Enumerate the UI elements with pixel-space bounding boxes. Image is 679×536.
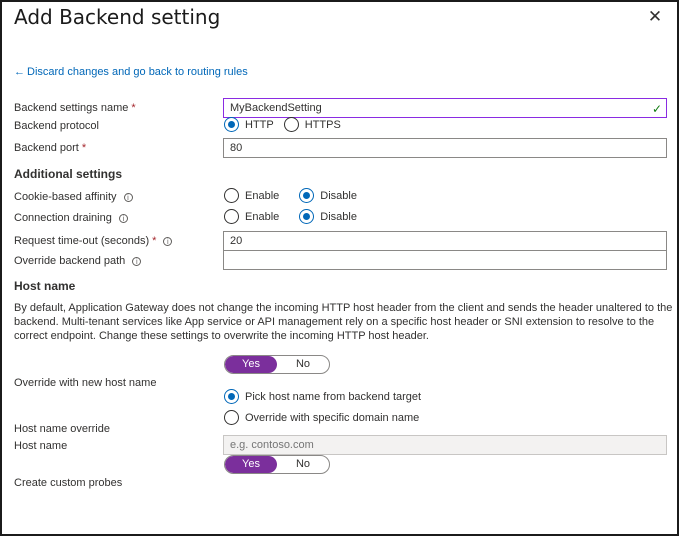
pick-host-radio[interactable]: Pick host name from backend target (224, 389, 421, 404)
info-icon[interactable]: i (123, 193, 133, 202)
override-path-label-text: Override backend path (14, 255, 126, 267)
checkmark-icon: ✓ (651, 102, 662, 116)
port-label-text: Backend port (14, 142, 79, 154)
pick-host-label: Pick host name from backend target (245, 390, 422, 403)
http-label: HTTP (245, 118, 274, 131)
back-link-text: Discard changes and go back to routing r… (27, 66, 248, 78)
radio-selected-icon (224, 389, 239, 404)
close-icon[interactable]: ✕ (646, 8, 664, 26)
toggle-yes[interactable]: Yes (225, 456, 277, 473)
name-label-text: Backend settings name (14, 102, 129, 114)
draining-radio-group: Enable Disable (224, 209, 367, 224)
arrow-left-icon: ← (14, 66, 25, 78)
custom-probes-toggle[interactable]: Yes No (224, 455, 330, 474)
required-asterisk: * (81, 142, 87, 154)
backend-port-input[interactable]: 80 (223, 138, 667, 158)
host-name-label: Host name (14, 440, 68, 452)
cookie-radio-group: Enable Disable (224, 188, 367, 203)
cookie-label-text: Cookie-based affinity (14, 191, 117, 203)
radio-selected-icon (224, 117, 239, 132)
timeout-label-text: Request time-out (seconds) (14, 235, 150, 247)
radio-unselected-icon (224, 188, 239, 203)
required-asterisk: * (152, 235, 157, 247)
override-host-label: Override with new host name (14, 377, 157, 389)
connection-draining-label: Connection draining i (14, 212, 128, 224)
disable-label: Disable (320, 210, 357, 223)
override-host-toggle[interactable]: Yes No (224, 355, 330, 374)
draining-enable-radio[interactable]: Enable (224, 209, 279, 224)
port-value: 80 (230, 142, 243, 154)
protocol-label: Backend protocol (14, 120, 99, 132)
cookie-disable-radio[interactable]: Disable (299, 188, 357, 203)
name-label: Backend settings name * (14, 102, 136, 114)
toggle-no[interactable]: No (277, 456, 329, 473)
enable-label: Enable (245, 189, 280, 202)
radio-unselected-icon (283, 117, 299, 132)
host-name-heading: Host name (14, 279, 76, 293)
host-name-input[interactable] (223, 435, 667, 455)
request-timeout-input[interactable]: 20 (223, 231, 667, 251)
specific-domain-radio[interactable]: Override with specific domain name (224, 410, 421, 425)
required-asterisk: * (131, 102, 136, 114)
draining-label-text: Connection draining (14, 212, 112, 224)
protocol-http-radio[interactable]: HTTP (224, 117, 274, 132)
radio-unselected-icon (224, 209, 239, 224)
page-title: Add Backend setting (14, 5, 221, 29)
info-icon[interactable]: i (132, 257, 142, 266)
specific-domain-label: Override with specific domain name (245, 411, 420, 424)
toggle-no[interactable]: No (277, 356, 329, 373)
host-option-radio-group: Pick host name from backend target Overr… (224, 389, 431, 425)
toggle-yes[interactable]: Yes (225, 356, 277, 373)
override-backend-path-input[interactable] (223, 250, 667, 270)
draining-disable-radio[interactable]: Disable (299, 209, 357, 224)
override-path-label: Override backend path i (14, 255, 142, 267)
custom-probes-label: Create custom probes (14, 477, 123, 489)
host-name-override-label: Host name override (14, 423, 110, 435)
radio-selected-icon (299, 188, 315, 203)
backend-settings-name-input[interactable]: MyBackendSetting ✓ (223, 98, 667, 118)
info-icon[interactable]: i (118, 214, 128, 223)
cookie-enable-radio[interactable]: Enable (224, 188, 279, 203)
radio-unselected-icon (224, 410, 239, 425)
name-value: MyBackendSetting (230, 102, 322, 114)
port-label: Backend port * (14, 142, 86, 154)
additional-settings-heading: Additional settings (14, 167, 122, 181)
https-label: HTTPS (304, 118, 341, 131)
discard-back-link[interactable]: ← Discard changes and go back to routing … (14, 66, 248, 78)
protocol-https-radio[interactable]: HTTPS (283, 117, 341, 132)
radio-selected-icon (299, 209, 315, 224)
protocol-radio-group: HTTP HTTPS (224, 117, 351, 132)
enable-label: Enable (245, 210, 280, 223)
panel: Add Backend setting ✕ ← Discard changes a… (0, 0, 679, 536)
info-icon[interactable]: i (163, 237, 173, 246)
cookie-affinity-label: Cookie-based affinity i (14, 191, 133, 203)
disable-label: Disable (320, 189, 357, 202)
timeout-value: 20 (230, 235, 243, 247)
timeout-label: Request time-out (seconds) * i (14, 235, 173, 247)
host-name-description: By default, Application Gateway does not… (14, 302, 673, 342)
